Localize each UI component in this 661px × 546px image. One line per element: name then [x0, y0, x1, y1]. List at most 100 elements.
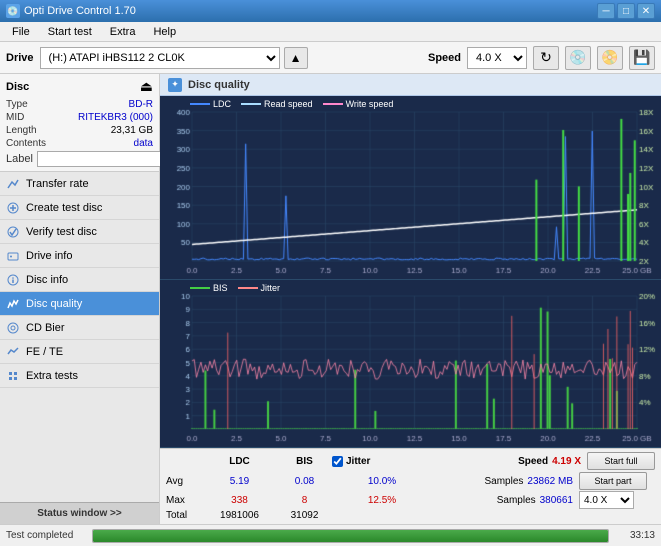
chart2-canvas	[160, 280, 661, 447]
disc-info-icon	[6, 273, 20, 287]
app-icon: 💿	[6, 4, 20, 18]
sidebar-item-transfer-rate-label: Transfer rate	[26, 178, 89, 190]
cd-bier-icon	[6, 321, 20, 335]
drive-label: Drive	[6, 52, 34, 64]
main-area: Disc ⏏ Type BD-R MID RITEKBR3 (000) Leng…	[0, 74, 661, 524]
sidebar-item-cd-bier[interactable]: CD Bier	[0, 316, 159, 340]
total-ldc: 1981006	[202, 510, 277, 521]
total-label: Total	[166, 510, 202, 521]
eject-button[interactable]: ▲	[284, 47, 308, 69]
sidebar-item-drive-info[interactable]: Drive info	[0, 244, 159, 268]
stats-bis-header: BIS	[277, 456, 332, 467]
disc-length-value: 23,31 GB	[111, 125, 153, 136]
disc-header: Disc ⏏	[6, 78, 153, 95]
status-text: Test completed	[6, 530, 86, 541]
sidebar-item-extra-tests[interactable]: Extra tests	[0, 364, 159, 388]
disc-mid-value: RITEKBR3 (000)	[78, 112, 153, 123]
speed-display: 4.19 X	[552, 456, 581, 467]
disc-type-row: Type BD-R	[6, 99, 153, 110]
chart1-canvas	[160, 96, 661, 279]
stats-avg-row: Avg 5.19 0.08 10.0% Samples 23862 MB Sta…	[166, 472, 655, 490]
sidebar-item-fe-te[interactable]: FE / TE	[0, 340, 159, 364]
app-title: Opti Drive Control 1.70	[24, 5, 136, 17]
stats-speed-header: Speed 4.19 X	[518, 456, 581, 467]
disc-mid-row: MID RITEKBR3 (000)	[6, 112, 153, 123]
title-bar: 💿 Opti Drive Control 1.70 ─ □ ✕	[0, 0, 661, 22]
start-full-button[interactable]: Start full	[587, 452, 655, 470]
legend-read-speed: Read speed	[241, 99, 313, 109]
close-button[interactable]: ✕	[637, 3, 655, 19]
legend-ldc: LDC	[190, 99, 231, 109]
title-bar-controls: ─ □ ✕	[597, 3, 655, 19]
stats-ldc-header: LDC	[202, 456, 277, 467]
disc-mid-label: MID	[6, 112, 24, 123]
speed-select-stats[interactable]: 4.0 X	[579, 491, 634, 509]
sidebar-item-fe-te-label: FE / TE	[26, 346, 63, 358]
maximize-button[interactable]: □	[617, 3, 635, 19]
avg-ldc: 5.19	[202, 476, 277, 487]
sidebar-item-disc-info[interactable]: Disc info	[0, 268, 159, 292]
verify-test-disc-icon	[6, 225, 20, 239]
status-window-button[interactable]: Status window >>	[0, 502, 159, 524]
save-button[interactable]: 💾	[629, 46, 655, 70]
sidebar-item-disc-info-label: Disc info	[26, 274, 68, 286]
progress-bar-container	[92, 529, 609, 543]
disc-contents-row: Contents data	[6, 138, 153, 149]
disc-type-value: BD-R	[129, 99, 153, 110]
charts-container: LDC Read speed Write speed	[160, 96, 661, 448]
disc-label-input[interactable]	[37, 151, 175, 167]
drive-select[interactable]: (H:) ATAPI iHBS112 2 CL0K	[40, 47, 280, 69]
sidebar-item-verify-test-disc[interactable]: Verify test disc	[0, 220, 159, 244]
toolbar: Drive (H:) ATAPI iHBS112 2 CL0K ▲ Speed …	[0, 42, 661, 74]
content-area: ✦ Disc quality LDC Read speed	[160, 74, 661, 524]
disc-panel: Disc ⏏ Type BD-R MID RITEKBR3 (000) Leng…	[0, 74, 159, 172]
menu-help[interactable]: Help	[145, 25, 184, 39]
disc-length-row: Length 23,31 GB	[6, 125, 153, 136]
refresh-button[interactable]: ↻	[533, 46, 559, 70]
start-part-placeholder: Start part	[579, 472, 655, 490]
position-value: 23862 MB	[527, 476, 573, 487]
legend-write-speed: Write speed	[323, 99, 394, 109]
avg-jitter: 10.0%	[332, 476, 432, 487]
stats-jitter-header: Jitter	[332, 456, 432, 467]
disc-title: Disc	[6, 81, 29, 93]
disc-type-label: Type	[6, 99, 28, 110]
sidebar-item-verify-test-disc-label: Verify test disc	[26, 226, 97, 238]
menu-file[interactable]: File	[4, 25, 38, 39]
transfer-rate-icon	[6, 177, 20, 191]
chart2-wrapper: BIS Jitter	[160, 280, 661, 448]
samples-label: Samples	[485, 476, 524, 487]
avg-label: Avg	[166, 476, 202, 487]
menu-bar: File Start test Extra Help	[0, 22, 661, 42]
disc-quality-title: Disc quality	[188, 79, 250, 91]
sidebar: Disc ⏏ Type BD-R MID RITEKBR3 (000) Leng…	[0, 74, 160, 524]
minimize-button[interactable]: ─	[597, 3, 615, 19]
speed-select-wrapper: 4.0 X	[579, 491, 655, 509]
sidebar-item-create-test-disc-label: Create test disc	[26, 202, 102, 214]
fe-te-icon	[6, 345, 20, 359]
create-test-disc-icon	[6, 201, 20, 215]
menu-extra[interactable]: Extra	[102, 25, 144, 39]
media-button[interactable]: 📀	[597, 46, 623, 70]
jitter-checkbox[interactable]	[332, 456, 343, 467]
sidebar-item-extra-tests-label: Extra tests	[26, 370, 78, 382]
disc-button[interactable]: 💿	[565, 46, 591, 70]
app-statusbar: Test completed 33:13	[0, 524, 661, 546]
extra-tests-icon	[6, 369, 20, 383]
sidebar-item-create-test-disc[interactable]: Create test disc	[0, 196, 159, 220]
speed-label: Speed	[428, 52, 461, 64]
disc-quality-icon-header: ✦	[168, 78, 182, 92]
start-part-button[interactable]: Start part	[579, 472, 647, 490]
speed-select[interactable]: 4.0 X 2.0 X 8.0 X	[467, 47, 527, 69]
chart1-legend: LDC Read speed Write speed	[190, 99, 393, 109]
title-bar-left: 💿 Opti Drive Control 1.70	[6, 4, 136, 18]
max-bis: 8	[277, 495, 332, 506]
sidebar-item-drive-info-label: Drive info	[26, 250, 72, 262]
menu-start-test[interactable]: Start test	[40, 25, 100, 39]
sidebar-item-disc-quality[interactable]: Disc quality	[0, 292, 159, 316]
progress-bar-fill	[93, 530, 608, 542]
disc-eject-icon[interactable]: ⏏	[140, 78, 153, 95]
sidebar-item-transfer-rate[interactable]: Transfer rate	[0, 172, 159, 196]
max-ldc: 338	[202, 495, 277, 506]
sidebar-nav: Transfer rate Create test disc Verify te…	[0, 172, 159, 502]
